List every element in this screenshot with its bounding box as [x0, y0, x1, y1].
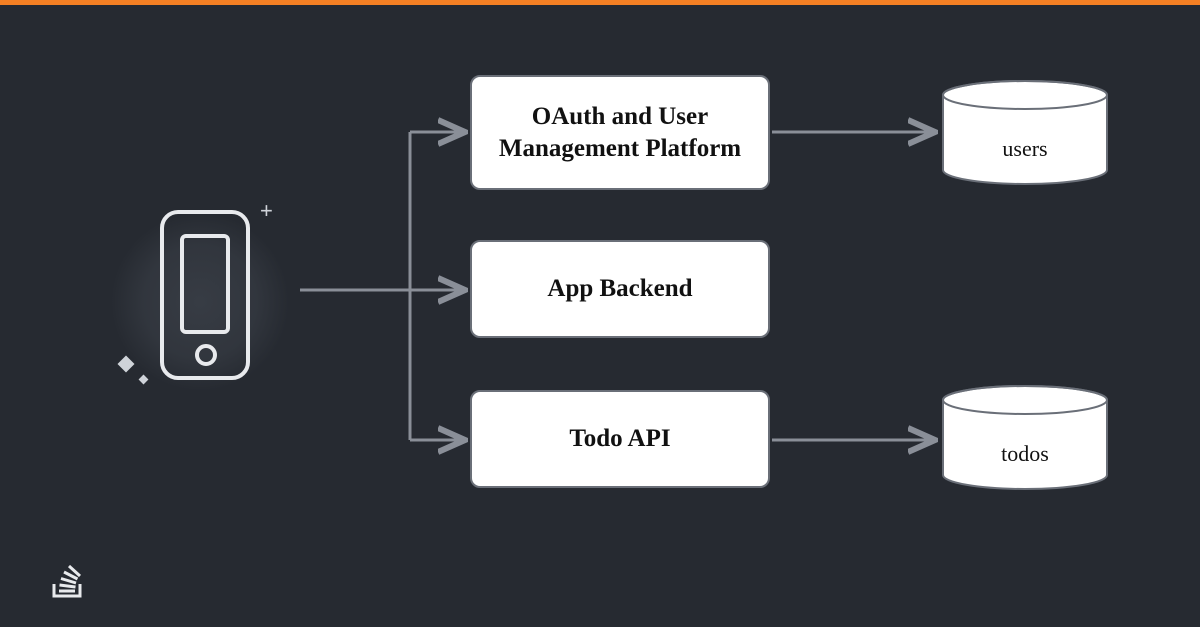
stackoverflow-logo-icon [50, 557, 86, 597]
service-label: App Backend [547, 273, 692, 304]
plus-icon: + [260, 200, 273, 222]
accent-top-bar [0, 0, 1200, 5]
service-box-oauth: OAuth and User Management Platform [470, 75, 770, 190]
service-box-todo: Todo API [470, 390, 770, 488]
mobile-client-icon: + [100, 200, 300, 400]
sparkle-icon [139, 375, 149, 385]
service-label: Todo API [569, 423, 670, 454]
phone-home-button-icon [195, 344, 217, 366]
service-box-backend: App Backend [470, 240, 770, 338]
database-todos-icon: todos [940, 385, 1110, 490]
database-label: todos [940, 441, 1110, 467]
service-label: OAuth and User Management Platform [492, 101, 748, 164]
phone-screen-icon [180, 234, 230, 334]
phone-outline-icon [160, 210, 250, 380]
database-users-icon: users [940, 80, 1110, 185]
database-label: users [940, 136, 1110, 162]
